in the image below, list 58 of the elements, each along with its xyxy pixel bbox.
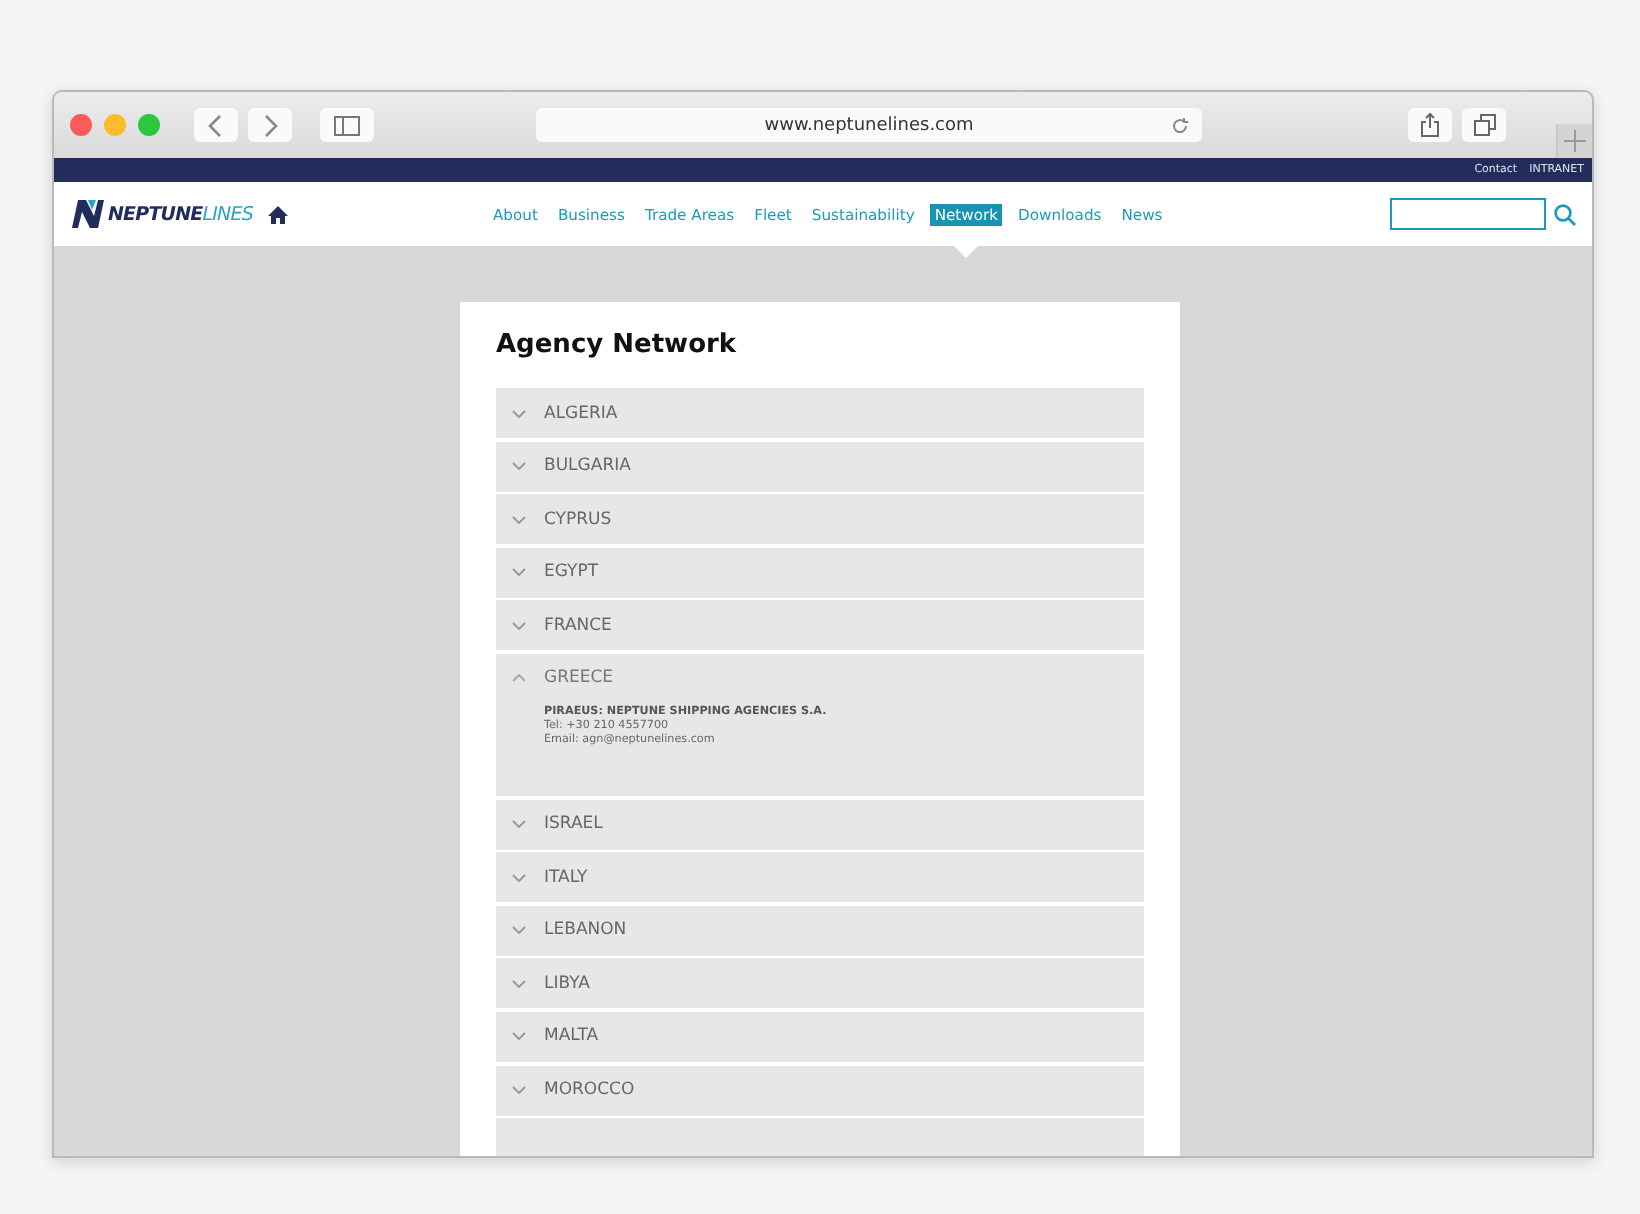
accordion-item[interactable]: ALGERIA	[496, 388, 1144, 438]
chevron-right-icon	[262, 113, 278, 137]
accordion-item[interactable]: EGYPT	[496, 547, 1144, 598]
chevron-down-icon	[512, 409, 526, 417]
chevron-down-icon	[512, 621, 526, 630]
chevron-down-icon	[512, 1032, 526, 1041]
logo-mark-icon	[70, 198, 106, 230]
accordion-item[interactable]: FRANCE	[496, 600, 1144, 651]
country-name: LEBANON	[544, 920, 627, 941]
country-name: ISRAEL	[544, 814, 603, 835]
tabs-icon	[1473, 114, 1495, 136]
accordion-item[interactable]: ISRAEL	[496, 799, 1144, 850]
accordion-item[interactable]: LEBANON	[496, 905, 1144, 956]
country-name: MALTA	[544, 1026, 599, 1047]
country-name: ITALY	[544, 867, 588, 888]
zoom-icon[interactable]	[138, 114, 160, 136]
share-button[interactable]	[1408, 108, 1452, 142]
accordion-item[interactable]: MALTA	[496, 1011, 1144, 1062]
accordion-item[interactable]: LIBYA	[496, 958, 1144, 1009]
home-icon[interactable]	[268, 205, 289, 223]
page-title: Agency Network	[496, 330, 739, 360]
chevron-left-icon	[208, 113, 224, 137]
address-bar[interactable]: www.neptunelines.com	[536, 108, 1202, 142]
country-name: EGYPT	[544, 562, 599, 583]
country-name: CYPRUS	[544, 509, 612, 530]
chevron-down-icon	[512, 979, 526, 988]
accordion-item[interactable]: MOROCCO	[496, 1065, 1144, 1116]
chevron-down-icon	[512, 820, 526, 829]
accordion-item[interactable]: ITALY	[496, 852, 1144, 903]
chevron-down-icon	[512, 568, 526, 577]
sidebar-button[interactable]	[320, 108, 374, 142]
sidebar-icon	[334, 115, 360, 135]
chevron-down-icon	[512, 462, 526, 471]
country-name: MOROCCO	[544, 1080, 635, 1101]
accordion-item[interactable]: BULGARIA	[496, 441, 1144, 492]
reload-icon[interactable]	[1170, 116, 1190, 136]
share-icon	[1420, 112, 1440, 138]
logo[interactable]: NEPTUNELINES	[70, 198, 253, 230]
url-text: www.neptunelines.com	[764, 115, 974, 135]
back-button[interactable]	[194, 108, 238, 142]
chevron-down-icon	[512, 1086, 526, 1095]
search-icon[interactable]	[1554, 203, 1576, 225]
tabs-button[interactable]	[1462, 108, 1506, 142]
chevron-down-icon	[512, 873, 526, 882]
forward-button[interactable]	[248, 108, 292, 142]
search-field[interactable]	[1390, 198, 1546, 230]
country-name: FRANCE	[544, 615, 612, 636]
close-icon[interactable]	[70, 114, 92, 136]
country-name: LIBYA	[544, 973, 590, 994]
plus-icon	[1564, 130, 1586, 152]
chevron-down-icon	[512, 926, 526, 935]
accordion-item[interactable]: CYPRUS	[496, 494, 1144, 545]
country-name: ALGERIA	[544, 403, 618, 423]
country-name: GREECE	[544, 668, 614, 689]
new-tab-button[interactable]	[1556, 124, 1592, 158]
chevron-down-icon	[512, 515, 526, 524]
country-name: BULGARIA	[544, 456, 631, 477]
chevron-up-icon	[512, 674, 526, 683]
